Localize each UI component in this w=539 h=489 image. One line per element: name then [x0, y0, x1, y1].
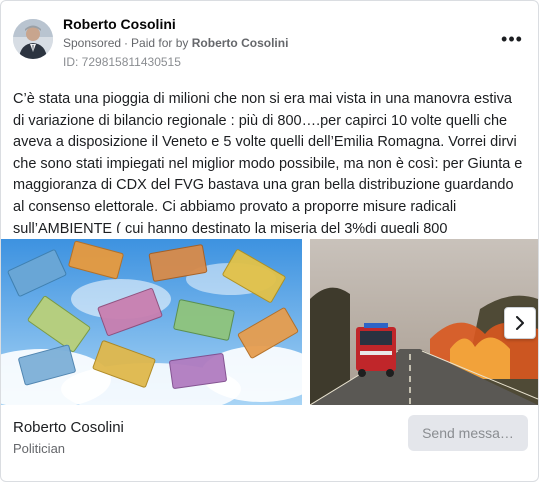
paid-for-prefix: Paid for by: [131, 36, 189, 50]
euro-banknotes-image: [1, 239, 302, 405]
carousel-next-button[interactable]: [504, 307, 536, 339]
more-options-button[interactable]: •••: [498, 29, 526, 49]
separator-dot: ·: [124, 36, 129, 50]
chevron-right-icon: [516, 316, 524, 330]
carousel-slide-euro-banknotes[interactable]: [1, 239, 302, 405]
sponsored-label: Sponsored: [63, 36, 122, 50]
avatar[interactable]: [13, 19, 53, 59]
author-name[interactable]: Roberto Cosolini: [63, 16, 176, 32]
post-header: Roberto Cosolini Sponsored · Paid for by R…: [13, 15, 528, 75]
paid-for-name[interactable]: Roberto Cosolini: [192, 36, 289, 50]
send-message-button[interactable]: Send messa…: [408, 415, 528, 451]
ad-card: Roberto Cosolini Sponsored · Paid for by R…: [0, 0, 539, 482]
footer-page-category: Politician: [13, 441, 66, 456]
footer-page-name[interactable]: Roberto Cosolini: [13, 419, 124, 436]
sponsored-line: Sponsored · Paid for by Roberto Cosolini: [63, 36, 288, 50]
more-icon: •••: [501, 28, 523, 49]
post-text: C’è stata una pioggia di milioni che non…: [13, 91, 523, 233]
post-footer: Roberto Cosolini Politician Send messa…: [13, 415, 528, 471]
avatar-image: [13, 19, 53, 59]
media-carousel[interactable]: [1, 239, 538, 405]
ad-id: ID: 729815811430515: [63, 55, 181, 69]
